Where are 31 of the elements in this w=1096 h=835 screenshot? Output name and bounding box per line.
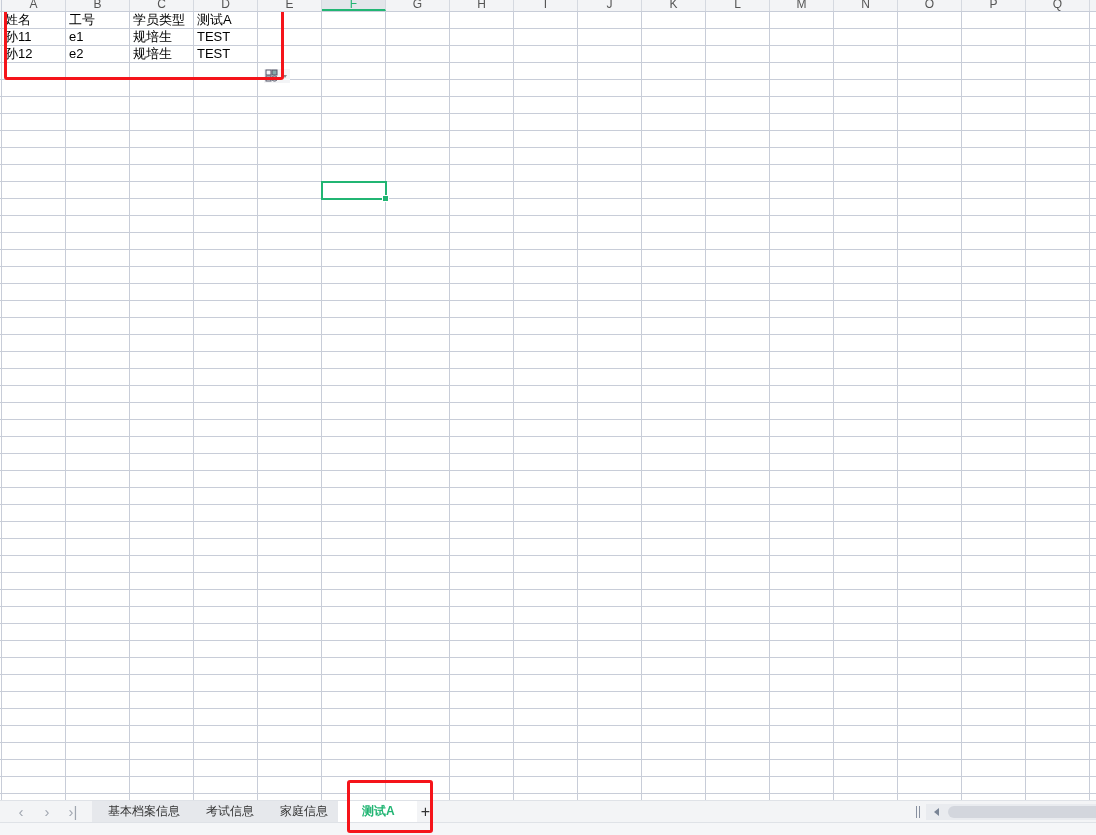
column-header[interactable]: M [770, 0, 834, 11]
table-cell: TEST [197, 46, 231, 61]
table-cell: 规培生 [133, 29, 172, 44]
table-cell: 规培生 [133, 46, 172, 61]
column-header[interactable]: G [386, 0, 450, 11]
column-header[interactable]: O [898, 0, 962, 11]
column-header[interactable]: N [834, 0, 898, 11]
table-cell: 测试A [197, 12, 232, 27]
table-cell: 工号 [69, 12, 95, 27]
column-header[interactable]: I [514, 0, 578, 11]
column-header[interactable]: B [66, 0, 130, 11]
column-header[interactable]: L [706, 0, 770, 11]
column-header[interactable]: D [194, 0, 258, 11]
split-handle-icon[interactable] [916, 805, 920, 818]
table-cell: TEST [197, 29, 231, 44]
column-header[interactable]: P [962, 0, 1026, 11]
column-header[interactable]: H [450, 0, 514, 11]
table-cell: e1 [69, 29, 84, 44]
sheet-tab[interactable]: 考试信息 [190, 801, 264, 822]
scroll-left-icon[interactable] [934, 807, 940, 816]
column-header[interactable]: C [130, 0, 194, 11]
column-header[interactable]: A [2, 0, 66, 11]
column-header[interactable]: Q [1026, 0, 1090, 11]
active-cell[interactable] [321, 181, 387, 200]
table-cell: 学员类型 [133, 12, 185, 27]
column-header[interactable]: K [642, 0, 706, 11]
sheet-tab[interactable]: 基本档案信息 [92, 801, 190, 822]
column-header[interactable]: J [578, 0, 642, 11]
sheet-tab[interactable]: 家庭信息 [264, 801, 338, 822]
scrollbar-thumb[interactable] [948, 805, 1096, 818]
table-cell: e2 [69, 46, 84, 61]
